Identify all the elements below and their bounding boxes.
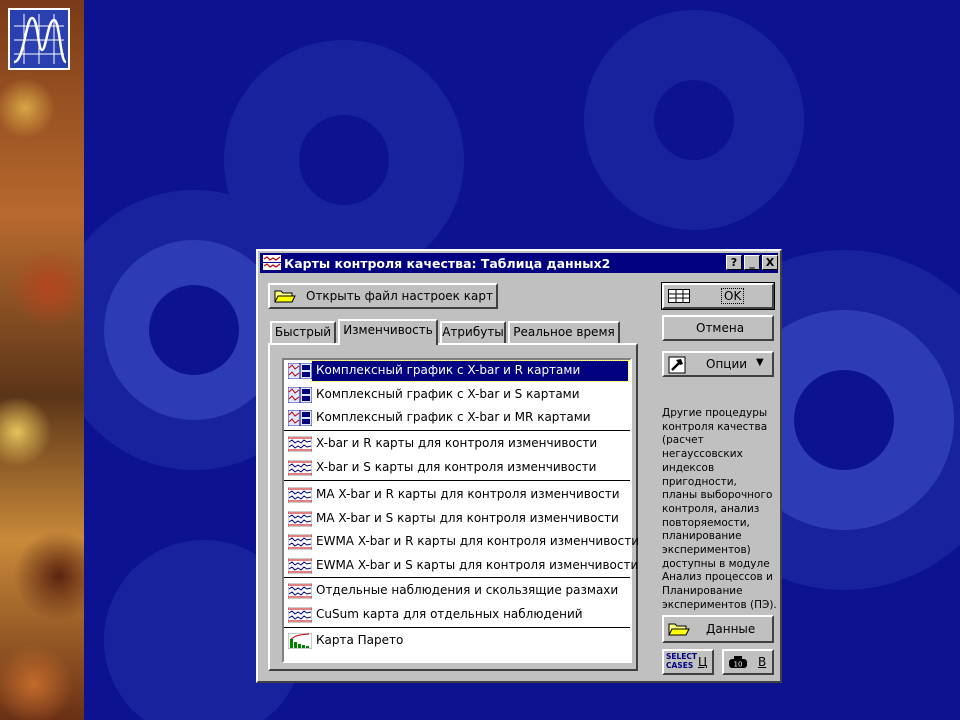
app-logo-icon <box>8 8 70 70</box>
list-item-label: Отдельные наблюдения и скользящие размах… <box>316 583 619 597</box>
list-separator <box>284 430 630 431</box>
control-chart-icon <box>287 557 313 575</box>
case-weights-button[interactable]: 10 В <box>722 649 774 675</box>
folder-open-icon <box>274 290 296 303</box>
composite-chart-icon <box>287 409 313 427</box>
list-item-label: Комплексный график с X-bar и R картами <box>316 363 581 377</box>
decorative-side-strip <box>0 0 84 720</box>
pareto-chart-icon <box>287 632 313 650</box>
list-item[interactable]: CuSum карта для отдельных наблюдений <box>286 605 628 625</box>
list-separator <box>284 480 630 481</box>
list-item-label: X-bar и S карты для контроля изменчивост… <box>316 460 597 474</box>
tab-quick[interactable]: Быстрый <box>270 321 336 343</box>
control-chart-icon <box>287 510 313 528</box>
weight-icon: 10 <box>729 656 747 669</box>
svg-text:10: 10 <box>734 661 743 669</box>
list-item-label: EWMA X-bar и S карты для контроля изменч… <box>316 558 639 572</box>
quality-control-charts-dialog: Карты контроля качества: Таблица данных2… <box>256 249 782 683</box>
cancel-label: Отмена <box>696 321 745 335</box>
list-item-label: Карта Парето <box>316 633 404 647</box>
list-item[interactable]: Комплексный график с X-bar и S картами <box>286 385 628 405</box>
list-item[interactable]: Карта Парето <box>286 631 628 651</box>
tab-attributes[interactable]: Атрибуты <box>440 321 506 343</box>
list-separator <box>284 577 630 578</box>
other-procedures-note: Другие процедуры контроля качества (расч… <box>662 407 777 611</box>
control-chart-icon <box>287 486 313 504</box>
folder-open-icon <box>668 623 690 636</box>
list-item[interactable]: EWMA X-bar и R карты для контроля изменч… <box>286 532 639 552</box>
list-item-label: X-bar и R карты для контроля изменчивост… <box>316 436 598 450</box>
control-chart-icon <box>287 459 313 477</box>
tab-real-time[interactable]: Реальное время <box>508 321 620 343</box>
dialog-titlebar[interactable]: Карты контроля качества: Таблица данных2… <box>260 253 778 273</box>
hammer-icon <box>668 356 686 374</box>
select-cases-button[interactable]: SELECT CASES Ц <box>662 649 714 675</box>
chart-type-list[interactable]: Комплексный график с X-bar и R картами Ко… <box>282 358 639 663</box>
list-item-label: EWMA X-bar и R карты для контроля изменч… <box>316 534 639 548</box>
close-button[interactable]: X <box>762 255 778 270</box>
list-item-label: MA X-bar и R карты для контроля изменчив… <box>316 487 620 501</box>
cancel-button[interactable]: Отмена <box>662 315 774 341</box>
list-item[interactable]: X-bar и R карты для контроля изменчивост… <box>286 434 628 454</box>
data-label: Данные <box>706 622 756 636</box>
list-item-label: Комплексный график с X-bar и MR картами <box>316 410 591 424</box>
open-settings-label: Открыть файл настроек карт <box>306 289 493 303</box>
control-chart-icon <box>287 533 313 551</box>
dropdown-arrow-icon: ▼ <box>756 357 764 368</box>
list-item-label: MA X-bar и S карты для контроля изменчив… <box>316 511 619 525</box>
list-item[interactable]: Комплексный график с X-bar и MR картами <box>286 408 628 428</box>
control-chart-icon <box>287 582 313 600</box>
control-chart-icon <box>263 255 281 270</box>
list-item[interactable]: MA X-bar и S карты для контроля изменчив… <box>286 509 628 529</box>
select-cases-label: SELECT CASES <box>666 652 698 670</box>
control-chart-icon <box>287 606 313 624</box>
table-icon <box>668 289 690 303</box>
case-weights-key: В <box>758 655 767 669</box>
ok-label: OK <box>720 288 745 304</box>
composite-chart-icon <box>287 362 313 380</box>
options-label: Опции <box>706 357 748 371</box>
open-settings-file-button[interactable]: Открыть файл настроек карт <box>268 283 498 309</box>
list-item-label: Комплексный график с X-bar и S картами <box>316 387 580 401</box>
list-item[interactable]: MA X-bar и R карты для контроля изменчив… <box>286 485 628 505</box>
list-item[interactable]: Отдельные наблюдения и скользящие размах… <box>286 581 628 601</box>
list-item[interactable]: EWMA X-bar и S карты для контроля изменч… <box>286 556 638 576</box>
minimize-button[interactable]: _ <box>744 255 760 270</box>
ok-button[interactable]: OK <box>661 282 775 310</box>
dialog-title: Карты контроля качества: Таблица данных2 <box>284 256 611 271</box>
control-chart-icon <box>287 435 313 453</box>
tab-variability[interactable]: Изменчивость <box>338 319 438 345</box>
data-button[interactable]: Данные <box>662 615 774 643</box>
list-item[interactable]: X-bar и S карты для контроля изменчивост… <box>286 458 628 478</box>
list-item[interactable]: Комплексный график с X-bar и R картами <box>286 360 629 382</box>
help-button[interactable]: ? <box>726 255 742 270</box>
list-separator <box>284 627 630 628</box>
options-button[interactable]: Опции ▼ <box>662 351 774 377</box>
list-item-label: CuSum карта для отдельных наблюдений <box>316 607 583 621</box>
select-cases-key: Ц <box>698 655 708 669</box>
composite-chart-icon <box>287 386 313 404</box>
